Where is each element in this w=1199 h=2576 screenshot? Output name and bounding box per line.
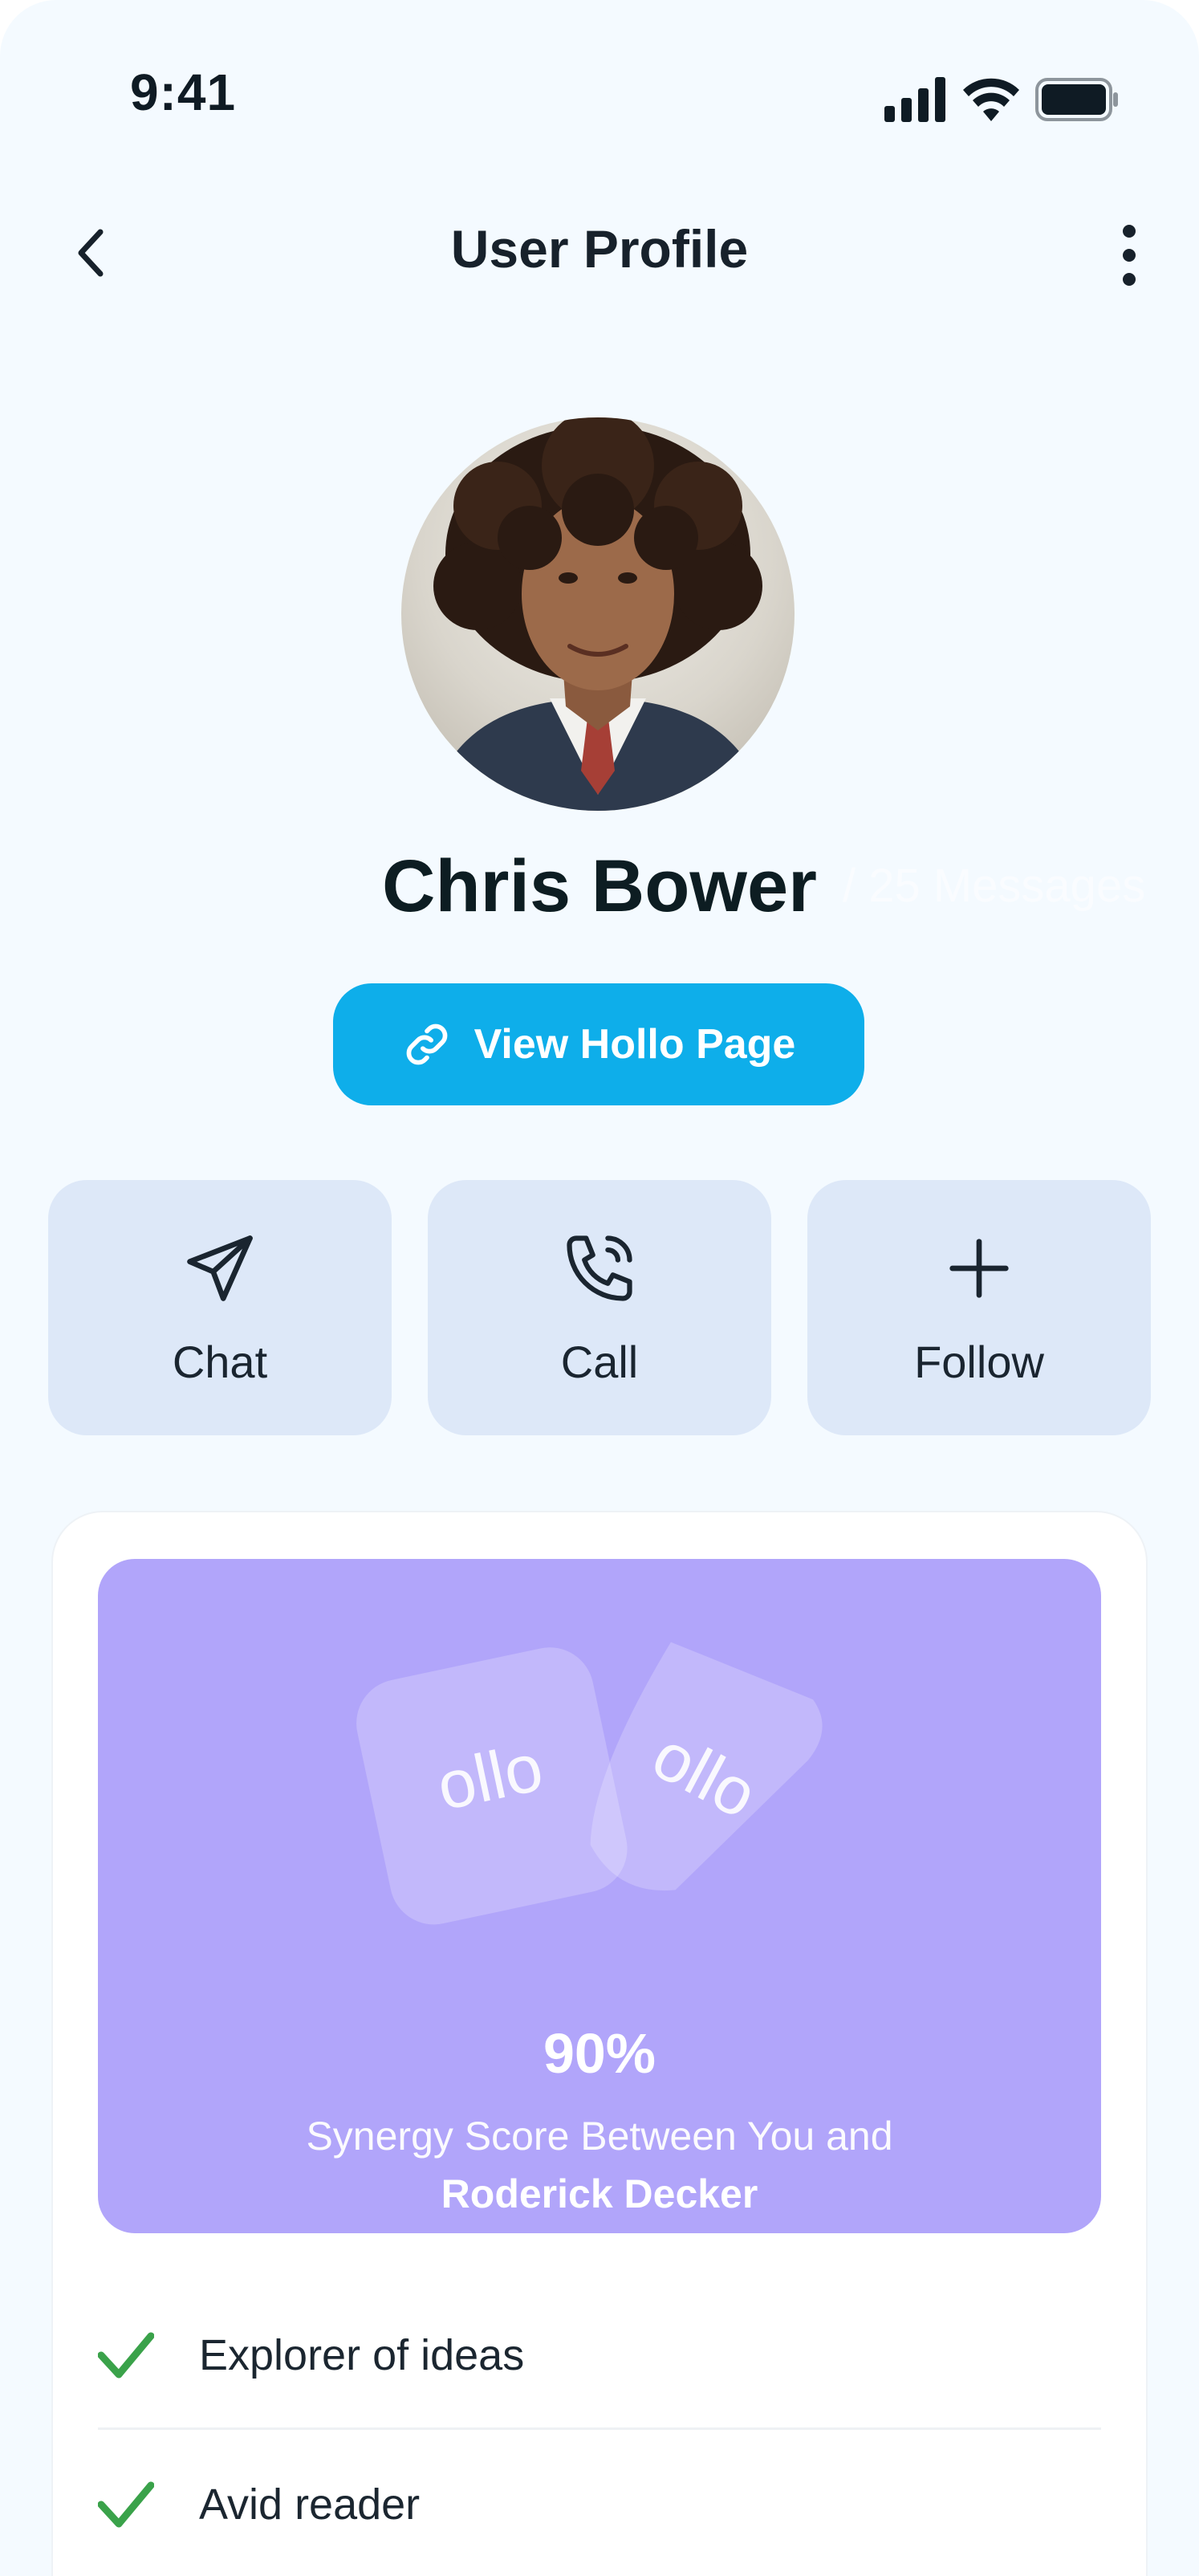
dot-icon xyxy=(1123,273,1136,286)
profile-photo xyxy=(433,417,762,811)
synergy-description: Synergy Score Between You and xyxy=(306,2114,893,2159)
check-icon xyxy=(98,2481,154,2528)
call-label: Call xyxy=(560,1336,639,1387)
trait-label: Avid reader xyxy=(199,2480,421,2529)
hollo-cards-illustration: ollo ollo xyxy=(356,1642,823,1925)
dot-icon xyxy=(1123,249,1136,262)
phone-call-icon xyxy=(567,1235,632,1301)
more-options-button[interactable] xyxy=(1101,215,1157,295)
view-hollo-page-label: View Hollo Page xyxy=(474,1021,796,1068)
plus-icon xyxy=(949,1238,1009,1298)
status-time: 9:41 xyxy=(130,63,237,121)
avatar xyxy=(401,417,795,811)
wifi-icon xyxy=(963,78,1019,121)
action-row: Chat Call Follow xyxy=(48,1180,1151,1435)
synergy-panel: ollo ollo 90% Synergy Score Between You … xyxy=(98,1559,1101,2233)
trait-item: Explorer of ideas xyxy=(98,2291,1101,2419)
trait-item: Avid reader xyxy=(98,2440,1101,2569)
faded-message-count: / 25 Messages xyxy=(843,860,1146,912)
trait-label: Explorer of ideas xyxy=(199,2331,525,2379)
divider xyxy=(98,2427,1101,2430)
view-hollo-page-button[interactable]: View Hollo Page xyxy=(333,983,864,1105)
chat-label: Chat xyxy=(172,1336,268,1387)
synergy-card: ollo ollo 90% Synergy Score Between You … xyxy=(51,1511,1148,2576)
check-icon xyxy=(98,2332,154,2379)
status-icons xyxy=(884,77,1119,122)
phone-screen: 9:41 User Profile Chris Bower / 25 Messa… xyxy=(0,0,1199,2576)
chat-button[interactable]: Chat xyxy=(48,1180,392,1435)
synergy-partner-name: Roderick Decker xyxy=(441,2171,758,2216)
dot-icon xyxy=(1123,225,1136,238)
synergy-score: 90% xyxy=(543,2022,656,2085)
follow-label: Follow xyxy=(914,1336,1044,1387)
page-title: User Profile xyxy=(450,219,749,279)
follow-button[interactable]: Follow xyxy=(807,1180,1151,1435)
send-icon xyxy=(187,1235,253,1301)
battery-icon xyxy=(1035,78,1118,121)
signal-icon xyxy=(884,77,945,122)
call-button[interactable]: Call xyxy=(428,1180,771,1435)
link-icon xyxy=(406,1023,447,1065)
